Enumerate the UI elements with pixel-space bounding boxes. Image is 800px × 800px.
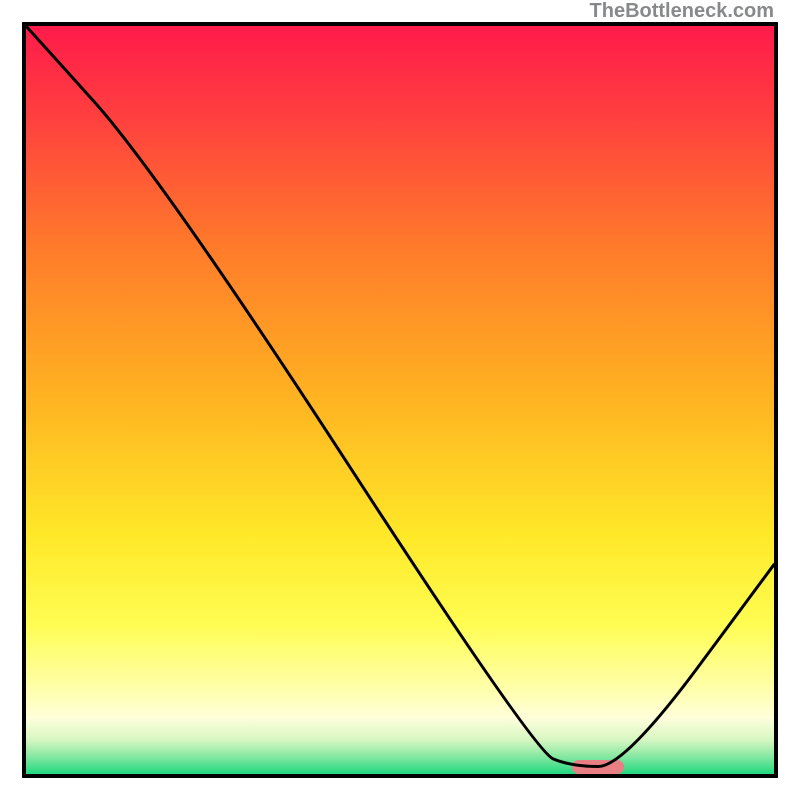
watermark-text: TheBottleneck.com <box>590 0 774 23</box>
chart-frame <box>22 22 778 778</box>
bottleneck-curve <box>26 26 774 774</box>
plot-area <box>26 26 774 774</box>
